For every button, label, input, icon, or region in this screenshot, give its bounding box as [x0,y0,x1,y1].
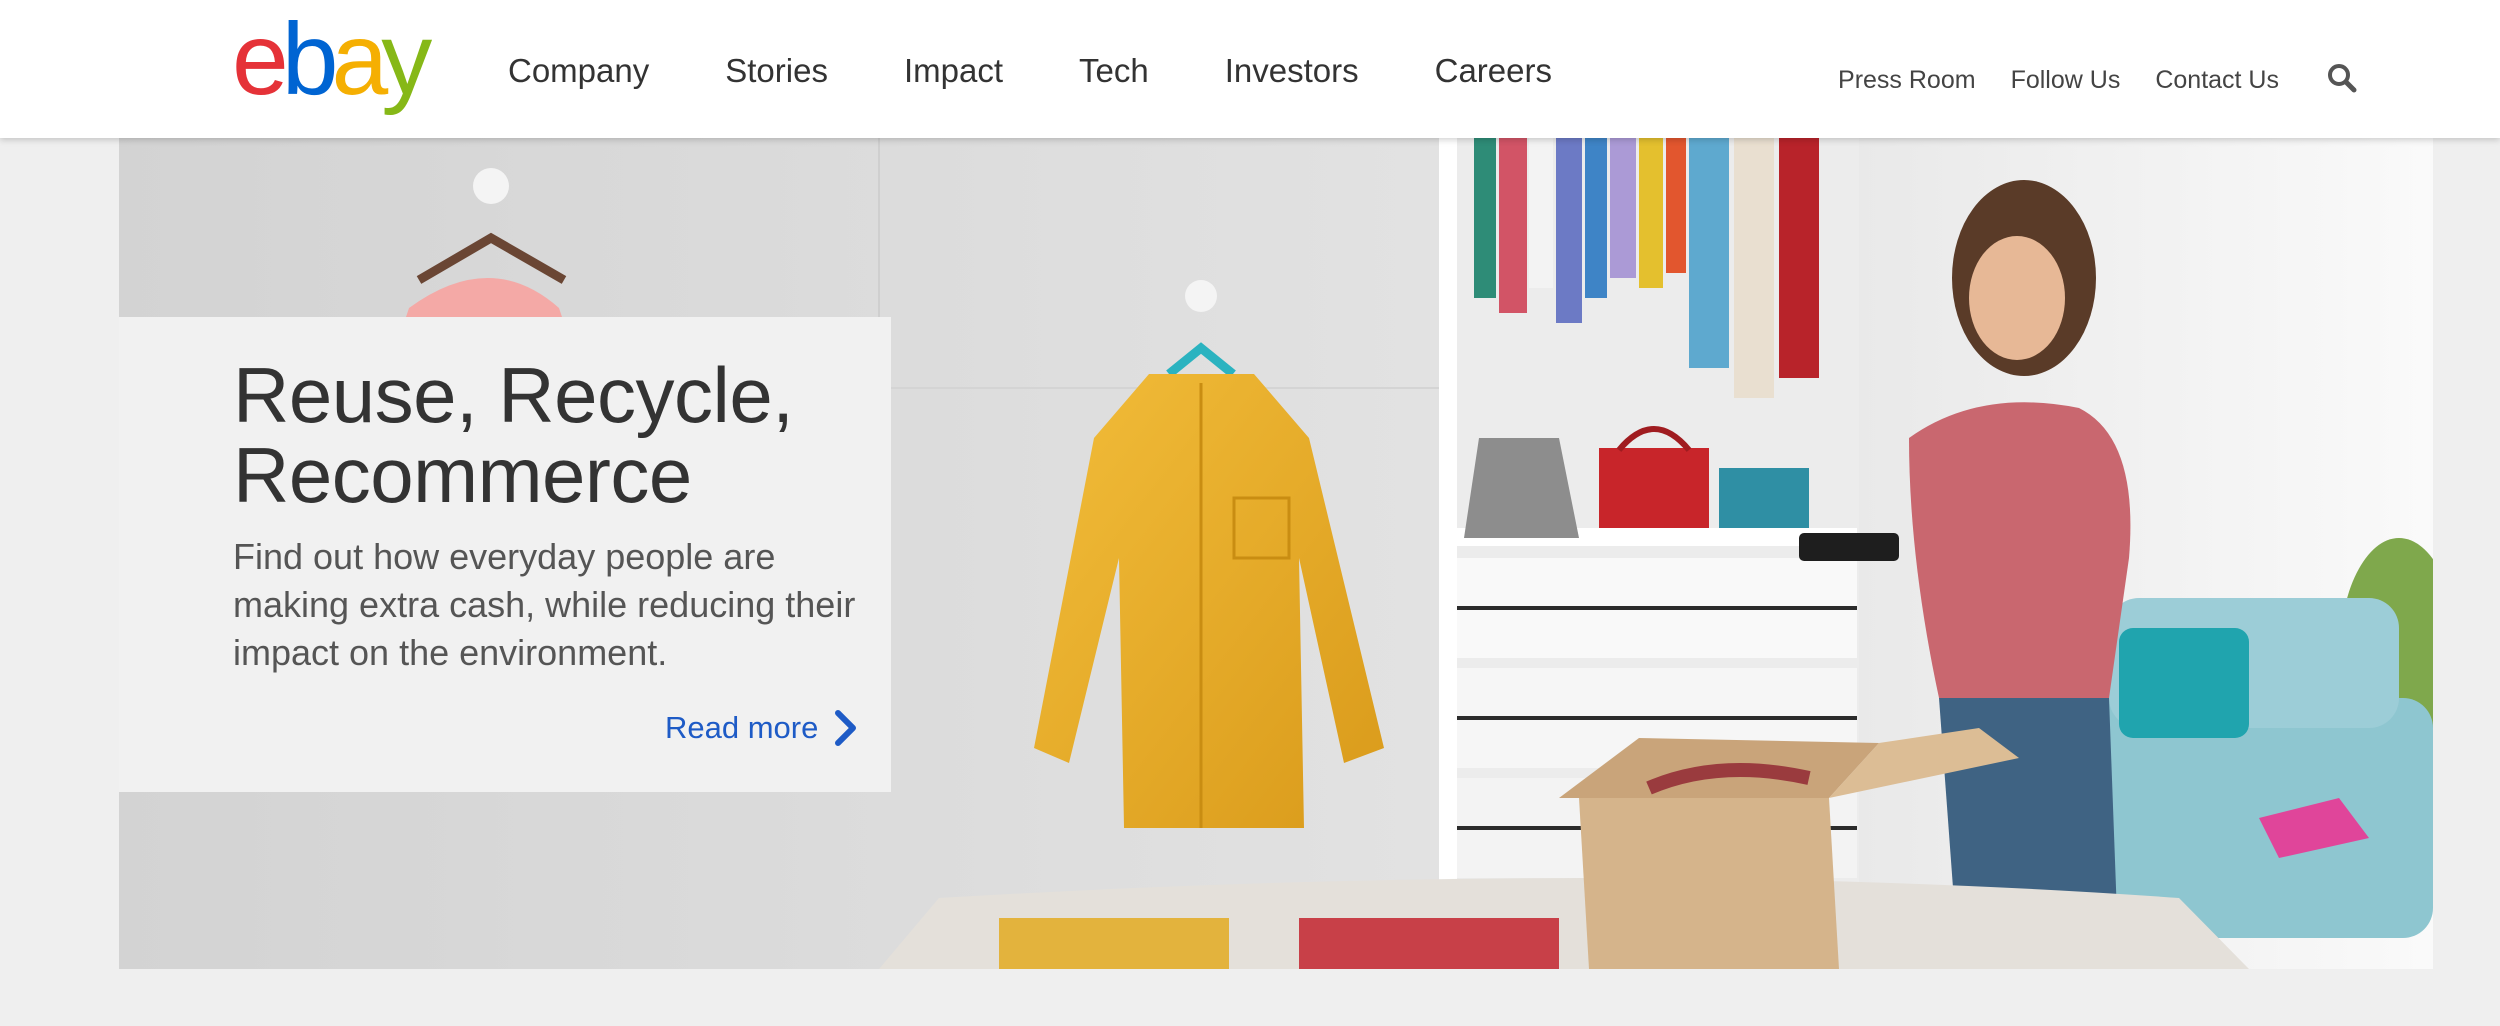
search-button[interactable] [2324,60,2360,96]
nav-impact[interactable]: Impact [904,54,1003,87]
ebay-logo[interactable]: ebay [232,2,432,116]
contact-us-link[interactable]: Contact Us [2155,67,2279,93]
hero-promo-card: Reuse, Recycle, Recommerce Find out how … [119,317,891,792]
press-room-link[interactable]: Press Room [1838,67,1976,93]
nav-investors[interactable]: Investors [1225,54,1359,87]
utility-nav: Press Room Follow Us Contact Us [1803,62,2360,98]
logo-letter-b: b [281,2,339,116]
read-more-link[interactable]: Read more [665,709,858,747]
nav-company[interactable]: Company [508,54,649,87]
hero-description: Find out how everyday people are making … [233,536,856,673]
logo-letter-a: a [331,2,388,116]
hero-title: Reuse, Recycle, Recommerce [233,351,794,519]
read-more-label: Read more [665,710,819,745]
chevron-right-icon [835,710,857,746]
site-header: ebay Company Stories Impact Tech Investo… [0,0,2500,138]
logo-letter-y: y [381,2,432,116]
search-icon [2328,64,2357,93]
nav-careers[interactable]: Careers [1435,54,1552,87]
nav-tech[interactable]: Tech [1079,54,1149,87]
nav-stories[interactable]: Stories [725,54,828,87]
follow-us-link[interactable]: Follow Us [2011,67,2121,93]
main-nav: Company Stories Impact Tech Investors Ca… [508,54,1628,87]
logo-letter-e: e [232,2,289,116]
